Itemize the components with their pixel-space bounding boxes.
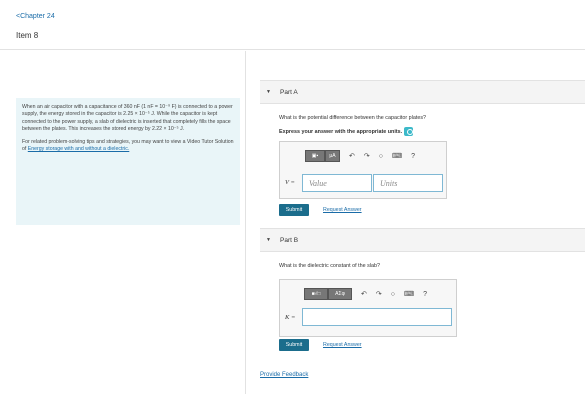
part-a-label: Part A [280,89,298,96]
problem-pane: When an air capacitor with a capacitance… [0,51,246,394]
value-input[interactable]: Value [302,174,372,192]
part-a-variable: V = [285,179,295,186]
part-a-submit-button[interactable]: Submit [279,204,309,216]
part-b-variable: K = [285,314,296,321]
item-title: Item 8 [16,31,39,40]
problem-text: When an air capacitor with a capacitance… [22,104,233,133]
part-a-instruction-text: Express your answer with the appropriate… [279,128,403,135]
undo-icon[interactable]: ↶ [349,152,355,160]
units-input[interactable]: Units [373,174,443,192]
part-b-answer-panel: ■√□ ΑΣφ ↶ ↷ ○ ⌨ ? K = [279,279,457,337]
undo-icon[interactable]: ↶ [361,290,367,298]
header-bar: <Chapter 24 Item 8 [0,0,585,50]
part-b-request-answer-link[interactable]: Request Answer [323,342,362,348]
collapse-caret-icon[interactable]: ▼ [266,237,271,243]
part-a-request-answer-link[interactable]: Request Answer [323,207,362,213]
templates-button[interactable]: ■√□ [304,288,328,300]
part-a-instruction: Express your answer with the appropriate… [279,127,414,136]
redo-icon[interactable]: ↷ [364,152,370,160]
back-to-chapter-link[interactable]: <Chapter 24 [16,13,55,20]
part-b-question: What is the dielectric constant of the s… [279,263,380,269]
greek-symbols-button[interactable]: ΑΣφ [328,288,352,300]
collapse-caret-icon[interactable]: ▼ [266,89,271,95]
part-b-toolbar: ■√□ ΑΣφ ↶ ↷ ○ ⌨ ? [304,288,427,300]
part-b-header[interactable]: ▼ Part B [260,228,585,252]
part-a-question: What is the potential difference between… [279,115,427,121]
problem-statement: When an air capacitor with a capacitance… [16,98,240,225]
part-b-submit-button[interactable]: Submit [279,339,309,351]
redo-icon[interactable]: ↷ [376,290,382,298]
keyboard-icon[interactable]: ⌨ [392,152,402,160]
help-icon[interactable]: ? [423,291,427,298]
part-a-answer-panel: ▣▪ μA ↶ ↷ ○ ⌨ ? V = Value Units [279,141,447,199]
hint-info-icon[interactable] [404,127,414,136]
reset-icon[interactable]: ○ [391,291,395,298]
provide-feedback-link[interactable]: Provide Feedback [260,372,308,378]
units-button[interactable]: μA [325,150,340,162]
answer-pane: ▼ Part A What is the potential differenc… [260,51,585,394]
help-icon[interactable]: ? [411,153,415,160]
video-tutor-link[interactable]: Energy storage with and without a dielec… [28,146,130,152]
related-tips: For related problem-solving tips and str… [22,139,234,154]
templates-button[interactable]: ▣▪ [305,150,325,162]
reset-icon[interactable]: ○ [379,153,383,160]
dielectric-constant-input[interactable] [302,308,452,326]
part-a-toolbar: ▣▪ μA ↶ ↷ ○ ⌨ ? [305,150,415,162]
part-a-header[interactable]: ▼ Part A [260,80,585,104]
part-b-label: Part B [280,237,299,244]
keyboard-icon[interactable]: ⌨ [404,290,414,298]
